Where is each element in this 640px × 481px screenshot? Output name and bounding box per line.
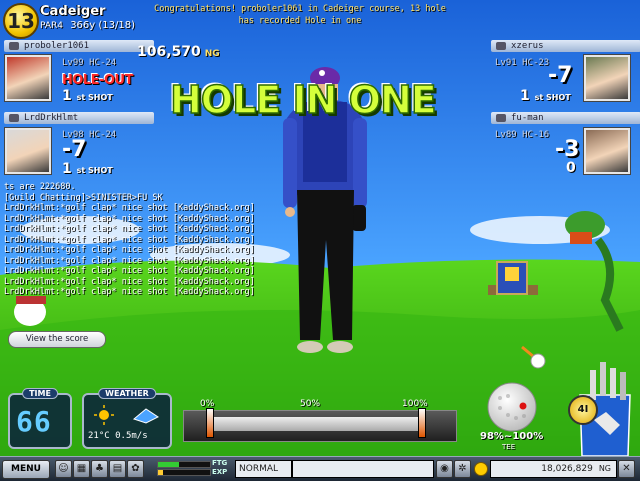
time-value: 66	[16, 405, 52, 438]
player-name-bar: proboler1061	[4, 40, 154, 52]
guild-emblem-icon	[9, 114, 19, 122]
hole-meta: PAR4 366y (13/18)	[40, 20, 135, 31]
gauge-label-50: 50%	[300, 399, 321, 409]
chat-line: LrdDrkHlmt:*golf clap* nice shot [KaddyS…	[4, 224, 255, 234]
player-name-bar: LrdDrkHlmt	[4, 112, 154, 124]
close-icon[interactable]: ✕	[618, 460, 635, 478]
power-gauge[interactable]	[183, 410, 457, 442]
coin-icon	[474, 462, 488, 476]
player-name: fu-man	[511, 113, 544, 123]
player-name: xzerus	[511, 41, 544, 51]
chat-line: [Guild Chatting]>SINISTER>FU SK	[4, 192, 163, 203]
hole-number-badge: 13	[3, 3, 39, 39]
player-name: proboler1061	[24, 41, 90, 51]
ftg-bar	[157, 461, 211, 468]
player-shot: 0	[566, 160, 576, 176]
menu-button[interactable]: MENU	[2, 460, 50, 479]
player-shot: 1 st SHOT	[520, 88, 571, 104]
chat-input[interactable]	[292, 460, 434, 478]
view-score-button[interactable]: View the score	[8, 331, 106, 348]
friends-icon[interactable]: ♣	[91, 460, 108, 478]
system-message: Congratulations! proboler1061 in Cadeige…	[154, 4, 446, 26]
chat-line: LrdDrkHlmt:*golf clap* nice shot [KaddyS…	[4, 245, 255, 255]
chat-line: LrdDrkHlmt:*golf clap* nice shot [KaddyS…	[4, 255, 255, 266]
player-level-hc: Lv89 HC-16	[495, 130, 550, 140]
chat-line: LrdDrkHlmt:*golf clap* nice shot [KaddyS…	[4, 276, 255, 287]
options-icon[interactable]: ✿	[127, 460, 144, 478]
player-shot: 1 st SHOT	[62, 88, 113, 104]
guild-emblem-icon	[496, 42, 506, 50]
player-portrait	[584, 128, 630, 174]
time-title: TIME	[22, 388, 58, 399]
exp-bar	[157, 469, 211, 476]
power-range: 98%~100%	[480, 431, 544, 442]
weather-title: WEATHER	[98, 388, 156, 399]
ng-money: 106,570 NG	[137, 44, 220, 60]
course-name: Cadeiger	[40, 4, 106, 19]
wind-speed: 0.5m/s	[115, 431, 148, 441]
gauge-start-marker	[206, 408, 215, 438]
chat-mode-select[interactable]: NORMAL	[235, 460, 292, 478]
power-gauge-track	[206, 417, 426, 431]
bottom-bar: MENU ☺ ▦ ♣ ▤ ✿ FTG EXP NORMAL ◉ ✲ 18,026…	[0, 456, 640, 481]
player-portrait	[584, 55, 630, 101]
sun-icon	[94, 405, 114, 425]
mascot-left	[14, 296, 46, 326]
hole-par: PAR4	[40, 21, 63, 31]
hole-progress: (13/18)	[98, 20, 136, 31]
wind-flag-icon	[132, 408, 159, 424]
chat-line: LrdDrkHlmt:*golf clap* nice shot [KaddyS…	[4, 287, 255, 297]
view-score-label: View the score	[25, 334, 89, 344]
time-panel: TIME 66	[8, 388, 72, 449]
player-level-hc: Lv99 HC-24	[62, 58, 117, 68]
player-portrait	[5, 55, 51, 101]
club-badge[interactable]: 4I	[568, 395, 598, 425]
player-level-hc: Lv91 HC-23	[495, 58, 550, 68]
golf-ball	[487, 382, 537, 432]
player-name-bar: xzerus	[491, 40, 640, 52]
player-portrait	[5, 128, 51, 174]
shop-icon[interactable]: ▦	[73, 460, 90, 478]
hole-in-one-banner: HOLE IN ONE	[169, 77, 437, 123]
temperature: 21°C	[88, 431, 110, 441]
chat-line: LrdDrkHlmt:*golf clap* nice shot [KaddyS…	[4, 213, 255, 224]
chat-log: ts are 222680. [Guild Chatting]>SINISTER>…	[4, 182, 264, 298]
player-name-bar: fu-man	[491, 112, 640, 124]
hole-distance: 366y	[70, 20, 96, 31]
hole-out-status: HOLE-OUT	[62, 73, 133, 88]
chat-line: LrdDrkHlmt:*golf clap* nice shot [KaddyS…	[4, 234, 255, 245]
character-icon[interactable]: ☺	[55, 460, 72, 478]
chat-line: LrdDrkHlmt:*golf clap* nice shot [KaddyS…	[4, 266, 255, 276]
ftg-label: FTG	[212, 459, 228, 467]
settings-gear-icon[interactable]: ✲	[454, 460, 471, 478]
player-shot: 1 st SHOT	[62, 161, 113, 177]
emote-icon[interactable]: ◉	[436, 460, 453, 478]
chat-line: LrdDrkHlmt:*golf clap* nice shot [KaddyS…	[4, 203, 255, 213]
guild-emblem-icon	[9, 42, 19, 50]
inventory-icon[interactable]: ▤	[109, 460, 126, 478]
gauge-end-marker	[417, 408, 426, 438]
player-score: -3	[555, 137, 580, 162]
player-score: -7	[62, 137, 87, 162]
exp-label: EXP	[212, 468, 228, 476]
chat-mode-value: NORMAL	[239, 464, 279, 474]
player-name: LrdDrkHlmt	[24, 113, 79, 123]
chat-line: ts are 222680.	[4, 182, 76, 192]
weather-panel: WEATHER 21°C 0.5m/s	[82, 388, 172, 449]
tee-label: TEE	[502, 443, 516, 451]
player-score: -7	[548, 63, 573, 88]
money-unit: NG	[598, 464, 611, 473]
guild-emblem-icon	[496, 114, 506, 122]
money-display: 18,026,829 NG	[490, 460, 617, 478]
menu-label: MENU	[11, 464, 41, 474]
weather-readout: 21°C 0.5m/s	[88, 431, 148, 441]
money-value: 18,026,829	[541, 464, 593, 474]
